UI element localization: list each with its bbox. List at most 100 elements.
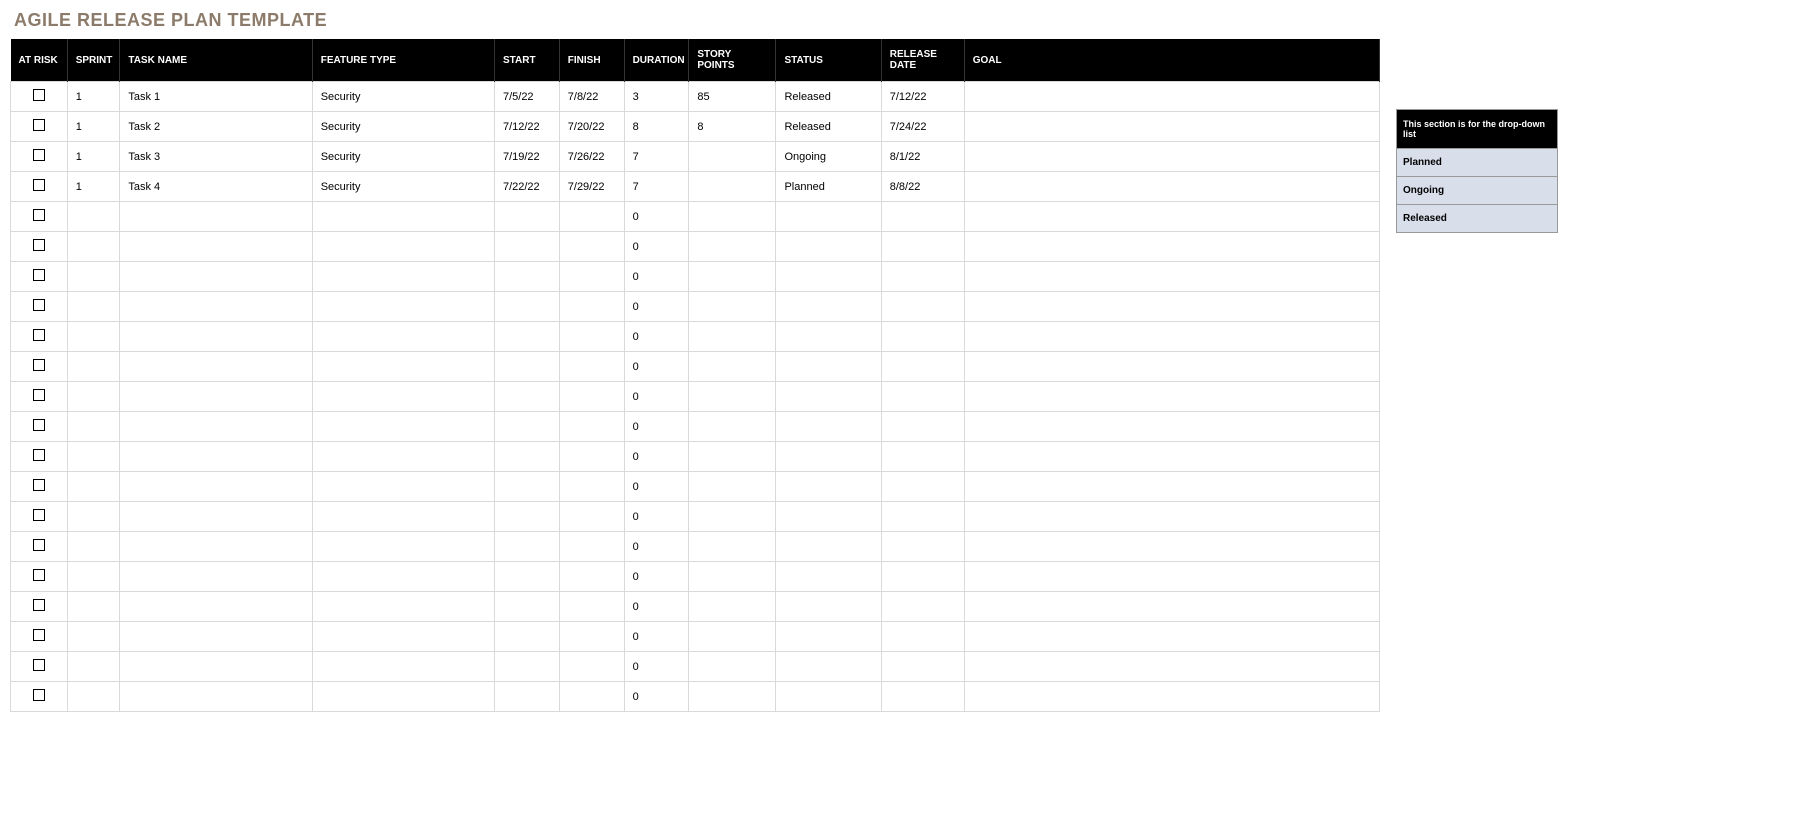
cell-finish[interactable] bbox=[559, 262, 624, 292]
cell-release-date[interactable]: 7/12/22 bbox=[881, 82, 964, 112]
cell-atrisk[interactable] bbox=[11, 322, 68, 352]
cell-sprint[interactable]: 1 bbox=[67, 172, 120, 202]
cell-story-points[interactable] bbox=[689, 232, 776, 262]
cell-status[interactable] bbox=[776, 472, 881, 502]
cell-duration[interactable]: 0 bbox=[624, 682, 689, 712]
cell-goal[interactable] bbox=[964, 652, 1379, 682]
cell-atrisk[interactable] bbox=[11, 202, 68, 232]
cell-story-points[interactable] bbox=[689, 412, 776, 442]
cell-feature-type[interactable] bbox=[312, 292, 494, 322]
cell-sprint[interactable]: 1 bbox=[67, 112, 120, 142]
cell-status[interactable] bbox=[776, 262, 881, 292]
cell-status[interactable] bbox=[776, 412, 881, 442]
cell-story-points[interactable]: 8 bbox=[689, 112, 776, 142]
cell-release-date[interactable] bbox=[881, 592, 964, 622]
cell-atrisk[interactable] bbox=[11, 352, 68, 382]
cell-finish[interactable] bbox=[559, 472, 624, 502]
cell-feature-type[interactable] bbox=[312, 532, 494, 562]
cell-story-points[interactable] bbox=[689, 592, 776, 622]
cell-status[interactable] bbox=[776, 322, 881, 352]
cell-start[interactable]: 7/19/22 bbox=[494, 142, 559, 172]
cell-goal[interactable] bbox=[964, 562, 1379, 592]
cell-status[interactable] bbox=[776, 532, 881, 562]
cell-release-date[interactable] bbox=[881, 412, 964, 442]
cell-start[interactable]: 7/5/22 bbox=[494, 82, 559, 112]
checkbox-icon[interactable] bbox=[33, 89, 45, 101]
cell-finish[interactable] bbox=[559, 562, 624, 592]
cell-status[interactable] bbox=[776, 442, 881, 472]
cell-feature-type[interactable] bbox=[312, 442, 494, 472]
cell-atrisk[interactable] bbox=[11, 172, 68, 202]
cell-task-name[interactable] bbox=[120, 622, 312, 652]
checkbox-icon[interactable] bbox=[33, 479, 45, 491]
cell-release-date[interactable] bbox=[881, 382, 964, 412]
cell-story-points[interactable] bbox=[689, 352, 776, 382]
cell-release-date[interactable] bbox=[881, 472, 964, 502]
cell-story-points[interactable] bbox=[689, 262, 776, 292]
cell-task-name[interactable] bbox=[120, 202, 312, 232]
cell-goal[interactable] bbox=[964, 622, 1379, 652]
cell-start[interactable] bbox=[494, 502, 559, 532]
cell-release-date[interactable] bbox=[881, 532, 964, 562]
checkbox-icon[interactable] bbox=[33, 569, 45, 581]
cell-feature-type[interactable] bbox=[312, 322, 494, 352]
cell-goal[interactable] bbox=[964, 322, 1379, 352]
cell-task-name[interactable] bbox=[120, 682, 312, 712]
cell-goal[interactable] bbox=[964, 262, 1379, 292]
cell-start[interactable] bbox=[494, 202, 559, 232]
cell-task-name[interactable]: Task 2 bbox=[120, 112, 312, 142]
checkbox-icon[interactable] bbox=[33, 269, 45, 281]
cell-start[interactable] bbox=[494, 622, 559, 652]
cell-status[interactable] bbox=[776, 292, 881, 322]
cell-task-name[interactable]: Task 4 bbox=[120, 172, 312, 202]
cell-task-name[interactable] bbox=[120, 412, 312, 442]
cell-sprint[interactable] bbox=[67, 232, 120, 262]
cell-story-points[interactable] bbox=[689, 322, 776, 352]
cell-story-points[interactable] bbox=[689, 562, 776, 592]
cell-finish[interactable] bbox=[559, 232, 624, 262]
cell-release-date[interactable] bbox=[881, 202, 964, 232]
checkbox-icon[interactable] bbox=[33, 599, 45, 611]
cell-finish[interactable] bbox=[559, 382, 624, 412]
cell-duration[interactable]: 0 bbox=[624, 592, 689, 622]
cell-finish[interactable] bbox=[559, 682, 624, 712]
cell-sprint[interactable] bbox=[67, 562, 120, 592]
checkbox-icon[interactable] bbox=[33, 209, 45, 221]
cell-status[interactable]: Ongoing bbox=[776, 142, 881, 172]
cell-feature-type[interactable] bbox=[312, 652, 494, 682]
cell-duration[interactable]: 0 bbox=[624, 532, 689, 562]
cell-status[interactable] bbox=[776, 502, 881, 532]
cell-sprint[interactable] bbox=[67, 382, 120, 412]
checkbox-icon[interactable] bbox=[33, 419, 45, 431]
cell-task-name[interactable]: Task 1 bbox=[120, 82, 312, 112]
cell-feature-type[interactable] bbox=[312, 622, 494, 652]
cell-goal[interactable] bbox=[964, 382, 1379, 412]
cell-duration[interactable]: 7 bbox=[624, 172, 689, 202]
cell-release-date[interactable] bbox=[881, 682, 964, 712]
cell-duration[interactable]: 0 bbox=[624, 262, 689, 292]
cell-status[interactable] bbox=[776, 202, 881, 232]
cell-goal[interactable] bbox=[964, 172, 1379, 202]
cell-finish[interactable] bbox=[559, 352, 624, 382]
cell-duration[interactable]: 8 bbox=[624, 112, 689, 142]
cell-atrisk[interactable] bbox=[11, 562, 68, 592]
cell-start[interactable] bbox=[494, 322, 559, 352]
cell-story-points[interactable] bbox=[689, 502, 776, 532]
cell-sprint[interactable] bbox=[67, 412, 120, 442]
cell-sprint[interactable] bbox=[67, 202, 120, 232]
cell-status[interactable] bbox=[776, 352, 881, 382]
cell-sprint[interactable] bbox=[67, 472, 120, 502]
cell-feature-type[interactable]: Security bbox=[312, 172, 494, 202]
cell-task-name[interactable] bbox=[120, 262, 312, 292]
cell-task-name[interactable] bbox=[120, 472, 312, 502]
cell-feature-type[interactable] bbox=[312, 202, 494, 232]
cell-duration[interactable]: 0 bbox=[624, 382, 689, 412]
cell-goal[interactable] bbox=[964, 202, 1379, 232]
cell-sprint[interactable]: 1 bbox=[67, 142, 120, 172]
cell-duration[interactable]: 0 bbox=[624, 412, 689, 442]
cell-task-name[interactable] bbox=[120, 232, 312, 262]
cell-release-date[interactable] bbox=[881, 352, 964, 382]
cell-atrisk[interactable] bbox=[11, 142, 68, 172]
cell-duration[interactable]: 0 bbox=[624, 622, 689, 652]
cell-finish[interactable] bbox=[559, 442, 624, 472]
